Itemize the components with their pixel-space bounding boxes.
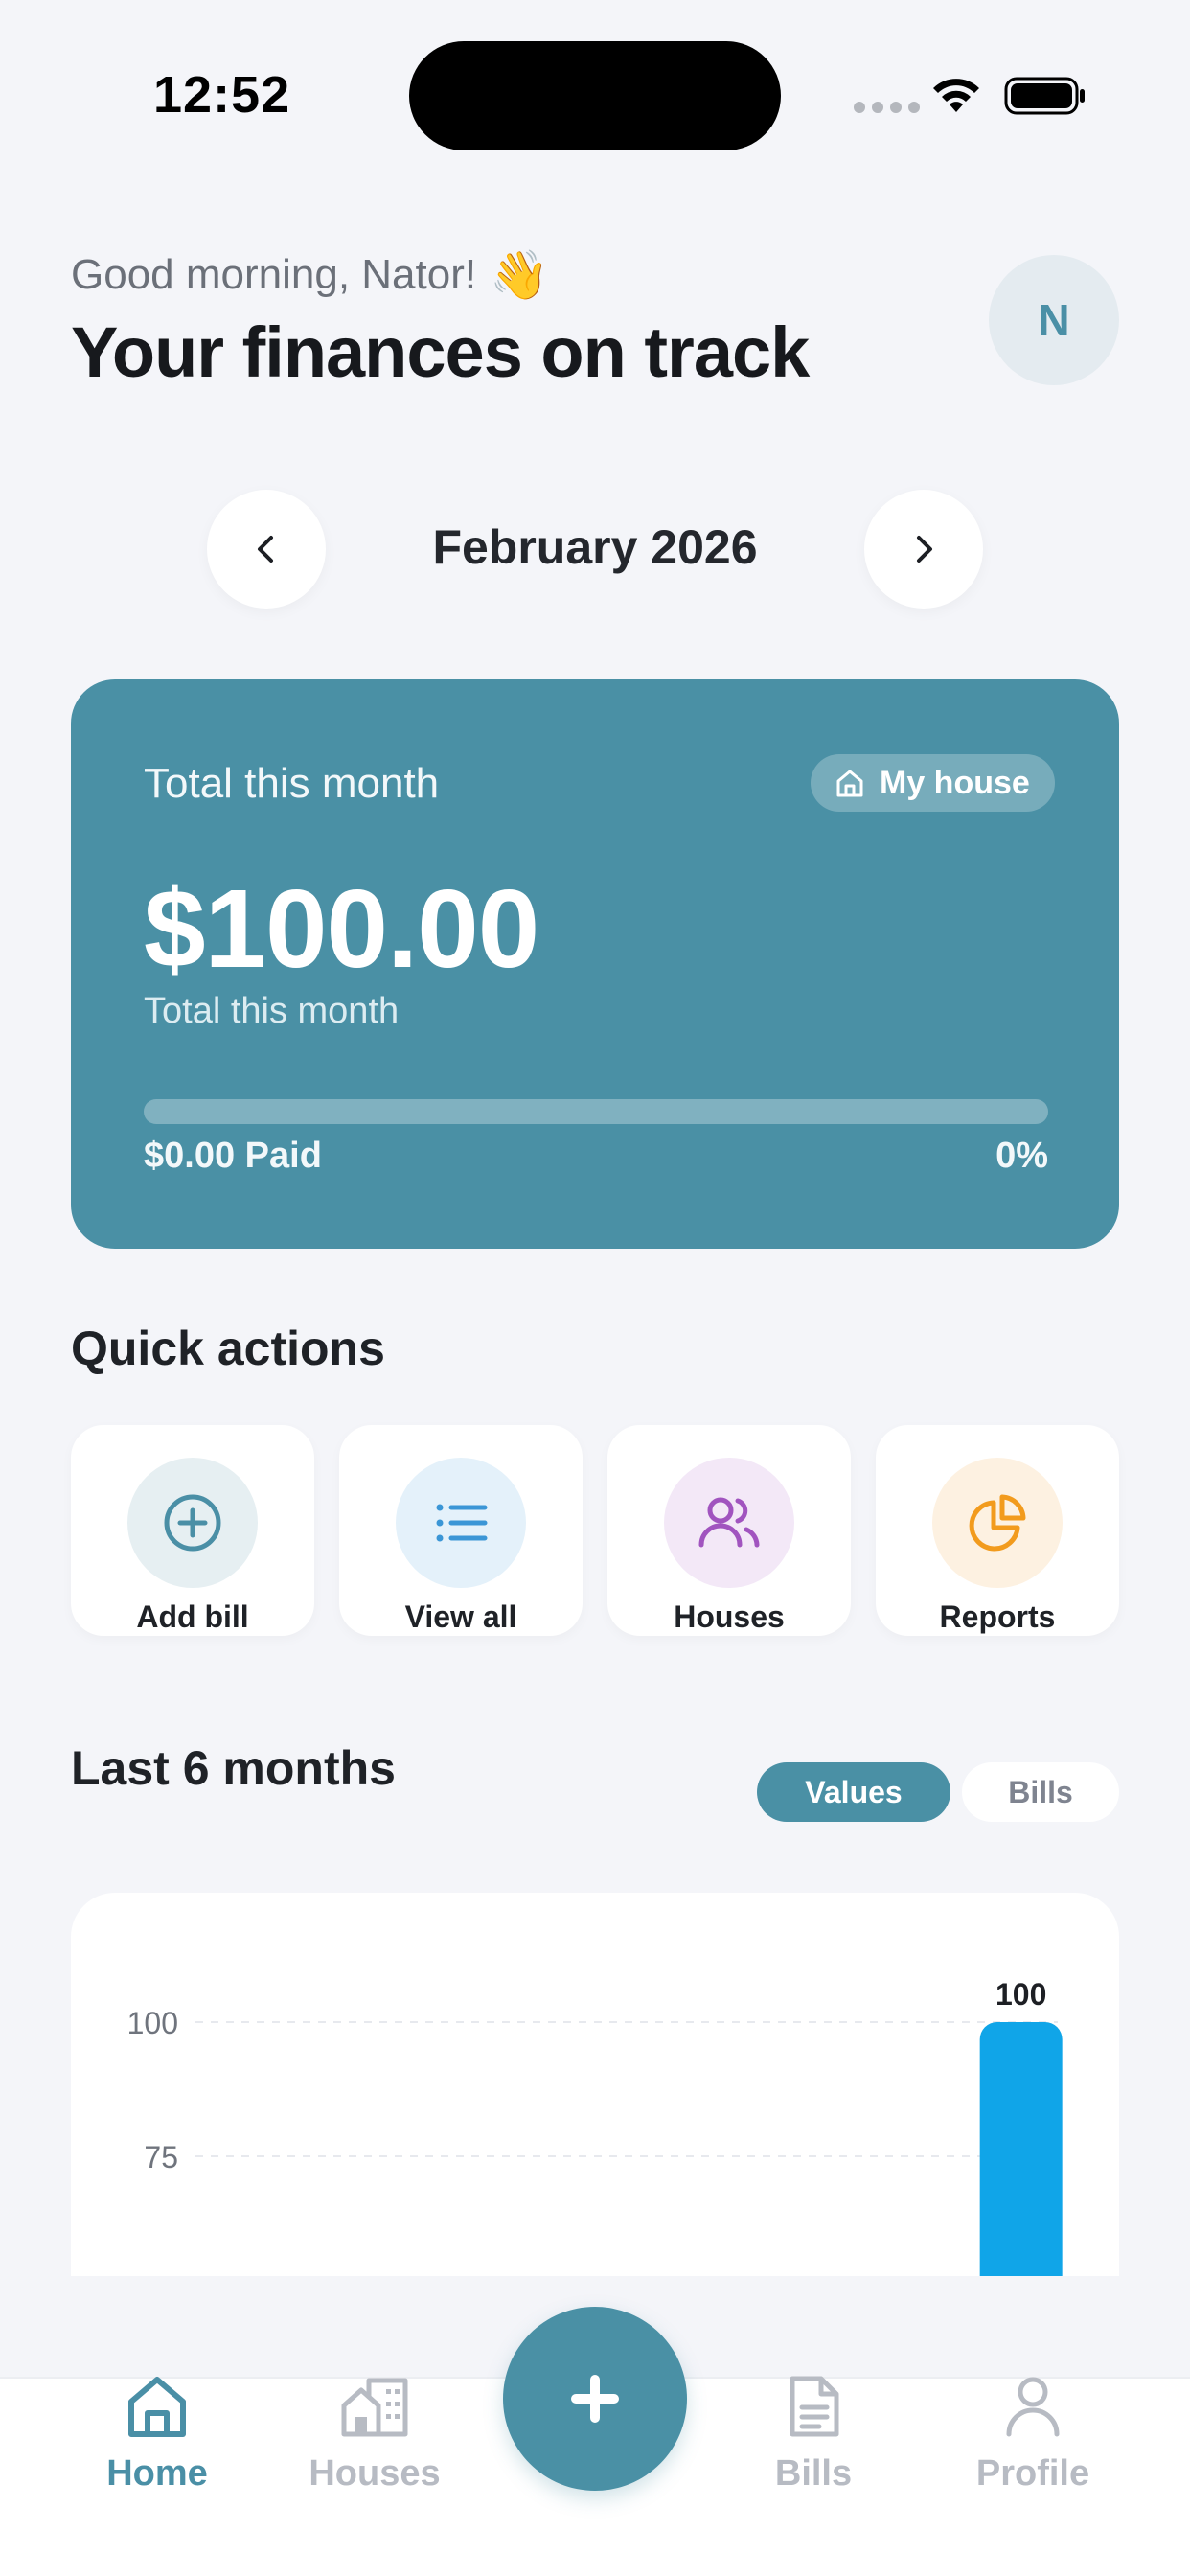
y-tick-label: 100	[127, 2006, 178, 2040]
page-title: Your finances on track	[71, 312, 810, 392]
bar-data-label: 100	[995, 1977, 1046, 2012]
tab-houses[interactable]: Houses	[269, 2373, 480, 2517]
tab-home[interactable]: Home	[52, 2373, 263, 2517]
quick-action-label: Houses	[674, 1599, 785, 1634]
house-chip-label: My house	[880, 764, 1030, 801]
tab-label: Profile	[975, 2453, 1090, 2494]
tab-profile[interactable]: Profile	[927, 2373, 1138, 2517]
house-selector-chip[interactable]: My house	[811, 754, 1055, 812]
tab-label: Bills	[774, 2453, 853, 2494]
home-icon	[836, 770, 863, 797]
toggle-values-button[interactable]: Values	[757, 1762, 950, 1822]
bar-chart: 100 75 100	[127, 1977, 1063, 2276]
y-tick-label: 75	[144, 2140, 178, 2174]
greeting-text: Good morning, Nator!	[71, 251, 477, 298]
greeting: Good morning, Nator! 👋	[71, 251, 549, 299]
users-icon	[698, 1497, 760, 1548]
plus-circle-icon	[164, 1494, 221, 1552]
pie-chart-icon	[969, 1494, 1026, 1552]
chevron-right-icon	[917, 536, 932, 563]
add-fab-button[interactable]	[503, 2307, 687, 2491]
paid-amount-label: $0.00 Paid	[144, 1136, 322, 1176]
month-label: February 2026	[432, 520, 758, 574]
next-month-button[interactable]	[864, 490, 983, 609]
reports-icon-badge	[932, 1458, 1063, 1588]
chart-card: 100 75 100	[71, 1893, 1119, 2276]
paid-progress-bar	[144, 1099, 1048, 1124]
chart-bar[interactable]	[979, 2022, 1063, 2276]
quick-action-label: Add bill	[136, 1599, 249, 1634]
dynamic-island	[409, 41, 781, 150]
quick-action-label: Reports	[939, 1599, 1056, 1634]
quick-actions-title: Quick actions	[71, 1322, 385, 1375]
wifi-icon	[933, 79, 979, 112]
list-icon	[436, 1504, 488, 1542]
paid-percent-label: 0%	[995, 1136, 1048, 1176]
previous-month-button[interactable]	[207, 490, 326, 609]
home-icon	[128, 2377, 186, 2437]
battery-icon	[1004, 77, 1085, 115]
monthly-summary-card: Total this month My house $100.00 Total …	[71, 679, 1119, 1249]
avatar[interactable]: N	[989, 255, 1119, 385]
user-icon	[1006, 2377, 1060, 2437]
quick-action-reports[interactable]: Reports	[876, 1425, 1119, 1636]
tab-label: Houses	[309, 2453, 441, 2494]
summary-label: Total this month	[144, 760, 440, 807]
cellular-signal-icon	[854, 102, 920, 113]
houses-icon-badge	[664, 1458, 794, 1588]
view-all-icon-badge	[396, 1458, 526, 1588]
chevron-left-icon	[258, 536, 273, 563]
tab-bills[interactable]: Bills	[708, 2373, 919, 2517]
document-icon	[790, 2376, 839, 2437]
buildings-icon	[341, 2378, 408, 2437]
quick-action-houses[interactable]: Houses	[607, 1425, 851, 1636]
quick-action-label: View all	[404, 1599, 517, 1634]
add-bill-icon-badge	[127, 1458, 258, 1588]
screen: 12:52 Good morning, Nator! 👋 Your financ…	[0, 0, 1190, 2576]
quick-action-add-bill[interactable]: Add bill	[71, 1425, 314, 1636]
chart-section-title: Last 6 months	[71, 1741, 396, 1795]
total-amount: $100.00	[144, 866, 539, 991]
waving-hand-icon: 👋	[490, 248, 550, 302]
toggle-bills-button[interactable]: Bills	[962, 1762, 1119, 1822]
plus-icon	[571, 2375, 619, 2423]
total-amount-caption: Total this month	[144, 991, 400, 1031]
quick-action-view-all[interactable]: View all	[339, 1425, 583, 1636]
status-time: 12:52	[153, 66, 291, 124]
tab-label: Home	[106, 2453, 208, 2494]
